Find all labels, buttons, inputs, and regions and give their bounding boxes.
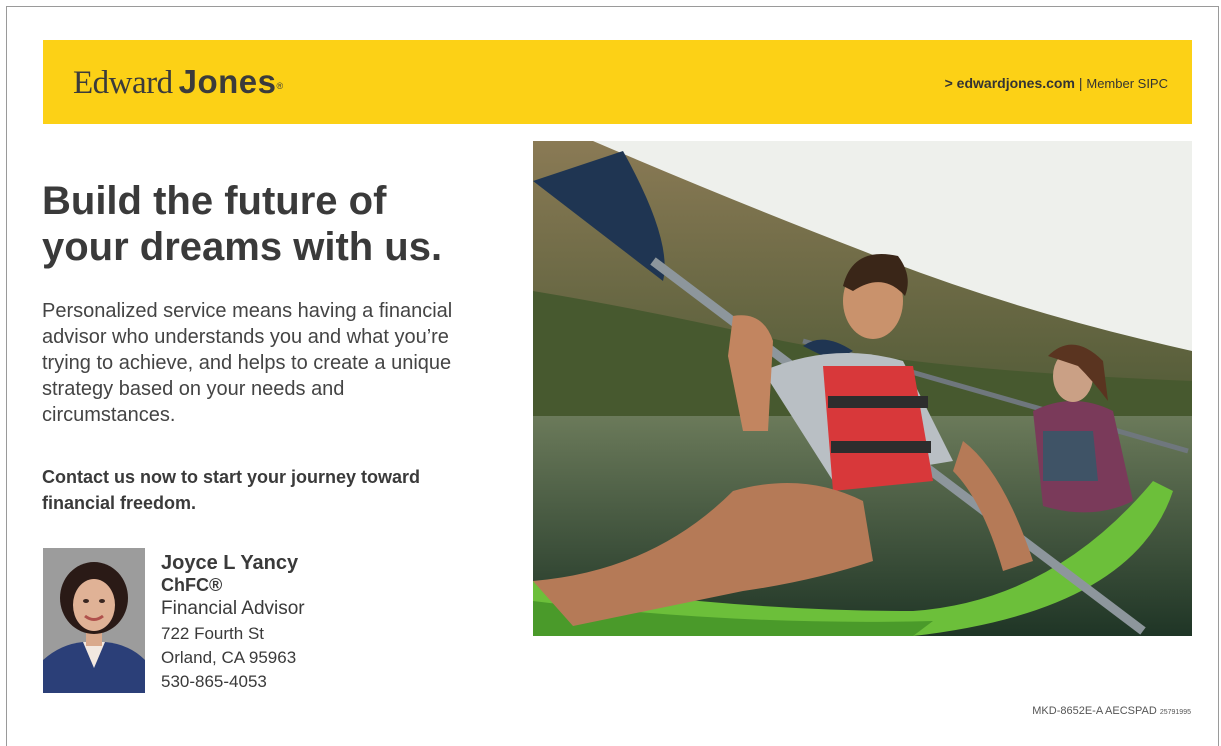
ad-code-number: 25791995 [1159,709,1191,716]
kayak-photo [533,141,1192,636]
registered-mark: ® [276,81,284,91]
advisor-city: Orland, CA 95963 [161,648,297,667]
logo-word-edward: Edward [73,65,173,101]
separator: | [1078,75,1083,91]
site-info: > edwardjones.com | Member SIPC [945,75,1168,91]
advisor-phone[interactable]: 530-865-4053 [161,670,401,694]
advisor-name: Joyce L Yancy [161,552,299,574]
call-to-action: Contact us now to start your journey tow… [42,467,421,513]
ad-code: MKD-8652E-A AECSPAD 25791995 [1032,705,1191,717]
website-link[interactable]: > edwardjones.com [945,75,1075,91]
ad-code-main: MKD-8652E-A AECSPAD [1032,705,1157,717]
advisor-credential: ChFC® [161,575,223,595]
advisor-info: Joyce L Yancy ChFC® Financial Advisor 72… [161,552,401,694]
headline-line-2: your dreams with us. [42,225,443,269]
advisor-street: 722 Fourth St [161,624,265,643]
member-sipc: Member SIPC [1086,76,1168,91]
advisor-photo [43,548,145,693]
edward-jones-logo[interactable]: Edward Jones® [73,62,283,103]
headline-line-1: Build the future of [42,179,387,223]
headline: Build the future of your dreams with us. [42,178,512,270]
brand-banner: Edward Jones® > edwardjones.com | Member … [43,40,1192,124]
body-copy: Personalized service means having a fina… [42,300,453,426]
advisor-title: Financial Advisor [161,598,305,619]
logo-word-jones: Jones [178,63,277,100]
